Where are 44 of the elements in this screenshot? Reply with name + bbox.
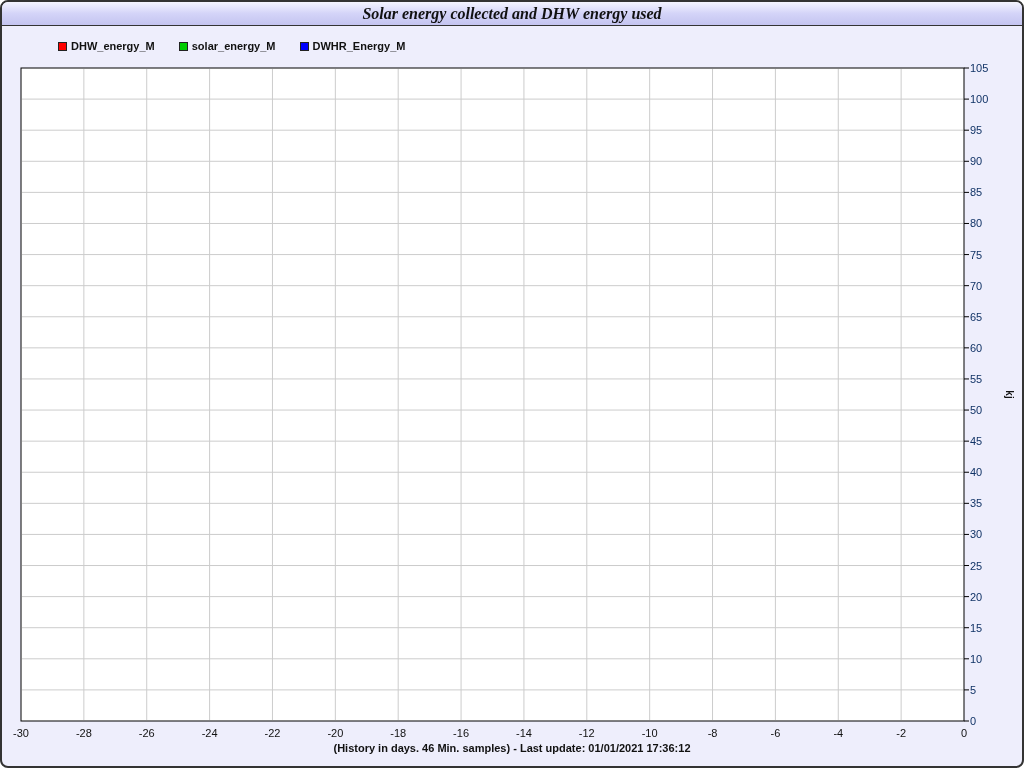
y-axis-label: kj bbox=[1004, 390, 1015, 399]
x-tick-label: -4 bbox=[833, 727, 844, 739]
x-tick-label: -16 bbox=[453, 727, 469, 739]
y-tick-label: 75 bbox=[970, 248, 983, 261]
x-tick-label: -6 bbox=[770, 727, 781, 739]
y-tick-label: 100 bbox=[970, 93, 989, 106]
y-tick-label: 25 bbox=[970, 559, 983, 572]
x-tick-label: -30 bbox=[13, 727, 29, 739]
x-tick-label: -24 bbox=[201, 727, 218, 739]
x-tick-label: -20 bbox=[327, 727, 344, 739]
x-tick-label: -18 bbox=[390, 727, 407, 739]
y-tick-label: 45 bbox=[970, 435, 983, 448]
y-tick-label: 5 bbox=[970, 683, 977, 696]
y-tick-label: 95 bbox=[970, 124, 983, 137]
legend-label: DHW_energy_M bbox=[71, 39, 155, 55]
x-tick-label: -12 bbox=[578, 727, 595, 739]
x-tick-label: -8 bbox=[707, 727, 718, 739]
legend-label: DWHR_Energy_M bbox=[312, 39, 406, 55]
y-tick-label: 70 bbox=[970, 279, 983, 292]
y-tick-label: 90 bbox=[970, 155, 983, 168]
chart-title: Solar energy collected and DHW energy used bbox=[362, 3, 662, 25]
y-tick-label: 40 bbox=[970, 466, 983, 479]
y-tick-label: 85 bbox=[970, 186, 983, 199]
x-tick-label: -22 bbox=[264, 727, 281, 739]
y-tick-label: 80 bbox=[970, 217, 983, 230]
legend-label: solar_energy_M bbox=[191, 39, 276, 55]
x-tick-label: 0 bbox=[960, 727, 968, 739]
y-tick-label: 0 bbox=[970, 715, 977, 727]
y-tick-label: 10 bbox=[970, 652, 983, 665]
y-tick-label: 65 bbox=[970, 310, 983, 323]
x-tick-label: -26 bbox=[138, 727, 155, 739]
y-tick-label: 105 bbox=[970, 62, 989, 74]
x-axis-label: (History in days. 46 Min. samples) - Last update: 01/01/2021 17:36:12 bbox=[333, 741, 691, 756]
x-tick-label: -14 bbox=[516, 727, 532, 739]
y-tick-label: 60 bbox=[970, 341, 983, 354]
y-tick-label: 30 bbox=[970, 528, 983, 541]
y-tick-label: 20 bbox=[970, 590, 983, 603]
y-tick-label: 55 bbox=[970, 372, 983, 385]
y-tick-label: 35 bbox=[970, 497, 983, 510]
x-tick-label: -10 bbox=[641, 727, 658, 739]
x-tick-label: -28 bbox=[75, 727, 92, 739]
x-tick-label: -2 bbox=[896, 727, 906, 739]
y-tick-label: 50 bbox=[970, 404, 983, 417]
y-tick-label: 15 bbox=[970, 621, 983, 634]
